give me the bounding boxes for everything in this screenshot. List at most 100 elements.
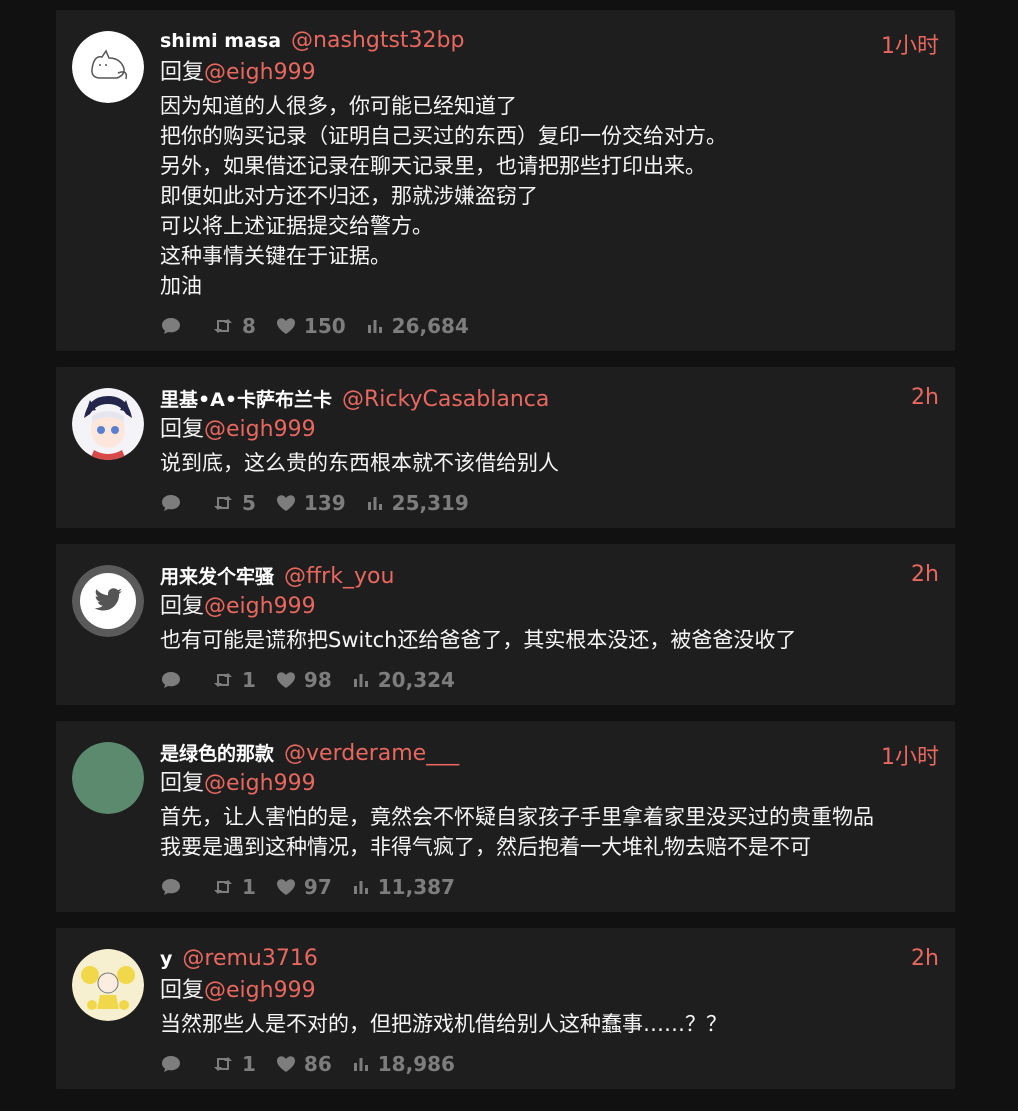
retweet-count: 8 <box>242 314 256 338</box>
like-button[interactable]: 139 <box>276 491 346 515</box>
retweet-button[interactable]: 8 <box>212 314 256 338</box>
views-button[interactable]: 26,684 <box>366 314 469 338</box>
reply-context: 回复@eigh999 <box>160 976 939 1006</box>
retweet-icon <box>214 673 232 687</box>
timestamp[interactable]: 1小时 <box>881 28 939 60</box>
tweet-card[interactable]: shimi masa @nashgtst32bp 回复@eigh999 因为知道… <box>56 10 955 351</box>
tweet-text-line: 即便如此对方还不归还，那就涉嫌盗窃了 <box>160 184 538 208</box>
display-name[interactable]: shimi masa <box>160 30 281 52</box>
tweet-content: 是绿色的那款 @verderame___ 回复@eigh999 首先，让人害怕的… <box>160 739 939 912</box>
views-button[interactable]: 25,319 <box>366 491 469 515</box>
like-button[interactable]: 98 <box>276 668 332 692</box>
tweet-actions: 5 139 25,319 <box>160 488 939 528</box>
avatar[interactable] <box>72 949 144 1021</box>
retweet-count: 1 <box>242 875 256 899</box>
tweet-card[interactable]: 是绿色的那款 @verderame___ 回复@eigh999 首先，让人害怕的… <box>56 721 955 912</box>
heart-icon <box>276 495 295 511</box>
comment-icon <box>162 318 180 334</box>
reply-button[interactable] <box>160 1054 190 1074</box>
view-count: 20,324 <box>377 668 455 692</box>
timestamp[interactable]: 2h <box>911 385 939 410</box>
tweet-header: 用来发个牢骚 @ffrk_you <box>160 562 939 592</box>
views-button[interactable]: 18,986 <box>352 1052 455 1076</box>
user-handle[interactable]: @remu3716 <box>182 946 317 971</box>
display-name[interactable]: 是绿色的那款 <box>160 739 274 766</box>
reply-prefix: 回复 <box>160 978 205 1003</box>
views-button[interactable]: 20,324 <box>352 668 455 692</box>
timestamp[interactable]: 2h <box>911 946 939 971</box>
tweet-text: 说到底，这么贵的东西根本就不该借给别人 <box>160 448 939 478</box>
tweet-text-line: 说到底，这么贵的东西根本就不该借给别人 <box>160 451 559 475</box>
tweet-text-line: 当然那些人是不对的，但把游戏机借给别人这种蠢事……？？ <box>160 1012 727 1036</box>
heart-icon <box>276 879 295 895</box>
tweet-actions: 8 150 26,684 <box>160 311 939 351</box>
tweet-text-line: 首先，让人害怕的是，竟然会不怀疑自家孩子手里拿着家里没买过的贵重物品 <box>160 805 874 829</box>
reply-context: 回复@eigh999 <box>160 58 939 88</box>
reply-button[interactable] <box>160 877 190 897</box>
tweet-content: 用来发个牢骚 @ffrk_you 回复@eigh999 也有可能是谎称把Swit… <box>160 562 939 705</box>
tweet-content: shimi masa @nashgtst32bp 回复@eigh999 因为知道… <box>160 28 939 351</box>
reply-prefix: 回复 <box>160 594 205 619</box>
tweet-content: 里基•A•卡萨布兰卡 @RickyCasablanca 回复@eigh999 说… <box>160 385 939 528</box>
user-handle[interactable]: @nashgtst32bp <box>291 28 464 53</box>
reply-button[interactable] <box>160 493 190 513</box>
tweet-header: shimi masa @nashgtst32bp <box>160 28 939 58</box>
retweet-count: 5 <box>242 491 256 515</box>
retweet-icon <box>214 1057 232 1071</box>
tweet-text-line: 加油 <box>160 274 202 298</box>
reply-to-link[interactable]: @eigh999 <box>204 60 316 85</box>
like-button[interactable]: 150 <box>276 314 346 338</box>
retweet-count: 1 <box>242 1052 256 1076</box>
retweet-button[interactable]: 1 <box>212 875 256 899</box>
view-count: 26,684 <box>391 314 469 338</box>
comment-icon <box>162 1056 180 1072</box>
user-handle[interactable]: @ffrk_you <box>284 564 394 589</box>
retweet-icon <box>214 880 232 894</box>
reply-to-link[interactable]: @eigh999 <box>204 417 316 442</box>
reply-context: 回复@eigh999 <box>160 769 939 799</box>
cat-sketch-avatar <box>72 31 144 103</box>
like-button[interactable]: 86 <box>276 1052 332 1076</box>
tweet-text-line: 把你的购买记录（证明自己买过的东西）复印一份交给对方。 <box>160 124 727 148</box>
comment-icon <box>162 672 180 688</box>
avatar[interactable] <box>72 565 144 637</box>
timestamp[interactable]: 1小时 <box>881 739 939 771</box>
reply-to-link[interactable]: @eigh999 <box>204 978 316 1003</box>
user-handle[interactable]: @RickyCasablanca <box>342 387 549 412</box>
display-name[interactable]: 里基•A•卡萨布兰卡 <box>160 385 332 412</box>
avatar[interactable] <box>72 388 144 460</box>
avatar[interactable] <box>72 742 144 814</box>
tweet-actions: 1 86 18,986 <box>160 1049 939 1089</box>
retweet-count: 1 <box>242 668 256 692</box>
comment-icon <box>162 495 180 511</box>
view-count: 11,387 <box>377 875 455 899</box>
avatar[interactable] <box>72 31 144 103</box>
retweet-button[interactable]: 1 <box>212 668 256 692</box>
bar-chart-icon <box>353 674 368 687</box>
like-button[interactable]: 97 <box>276 875 332 899</box>
retweet-button[interactable]: 1 <box>212 1052 256 1076</box>
tweet-card[interactable]: 里基•A•卡萨布兰卡 @RickyCasablanca 回复@eigh999 说… <box>56 367 955 528</box>
bar-chart-icon <box>353 1058 368 1071</box>
view-count: 18,986 <box>377 1052 455 1076</box>
display-name[interactable]: y <box>160 948 172 970</box>
display-name[interactable]: 用来发个牢骚 <box>160 562 274 589</box>
views-button[interactable]: 11,387 <box>352 875 455 899</box>
tweet-text-line: 这种事情关键在于证据。 <box>160 244 391 268</box>
tweet-text: 因为知道的人很多，你可能已经知道了 把你的购买记录（证明自己买过的东西）复印一份交… <box>160 91 939 301</box>
tweet-card[interactable]: y @remu3716 回复@eigh999 当然那些人是不对的，但把游戏机借给… <box>56 928 955 1089</box>
timestamp[interactable]: 2h <box>911 562 939 587</box>
tweet-text: 也有可能是谎称把Switch还给爸爸了，其实根本没还，被爸爸没收了 <box>160 625 939 655</box>
retweet-button[interactable]: 5 <box>212 491 256 515</box>
comment-icon <box>162 879 180 895</box>
tweet-actions: 1 98 20,324 <box>160 665 939 705</box>
reply-button[interactable] <box>160 670 190 690</box>
tweet-header: y @remu3716 <box>160 946 939 976</box>
green-circle-avatar <box>72 742 144 814</box>
user-handle[interactable]: @verderame___ <box>284 741 459 766</box>
reply-context: 回复@eigh999 <box>160 415 939 445</box>
tweet-card[interactable]: 用来发个牢骚 @ffrk_you 回复@eigh999 也有可能是谎称把Swit… <box>56 544 955 705</box>
reply-to-link[interactable]: @eigh999 <box>204 771 316 796</box>
reply-button[interactable] <box>160 316 190 336</box>
reply-to-link[interactable]: @eigh999 <box>204 594 316 619</box>
